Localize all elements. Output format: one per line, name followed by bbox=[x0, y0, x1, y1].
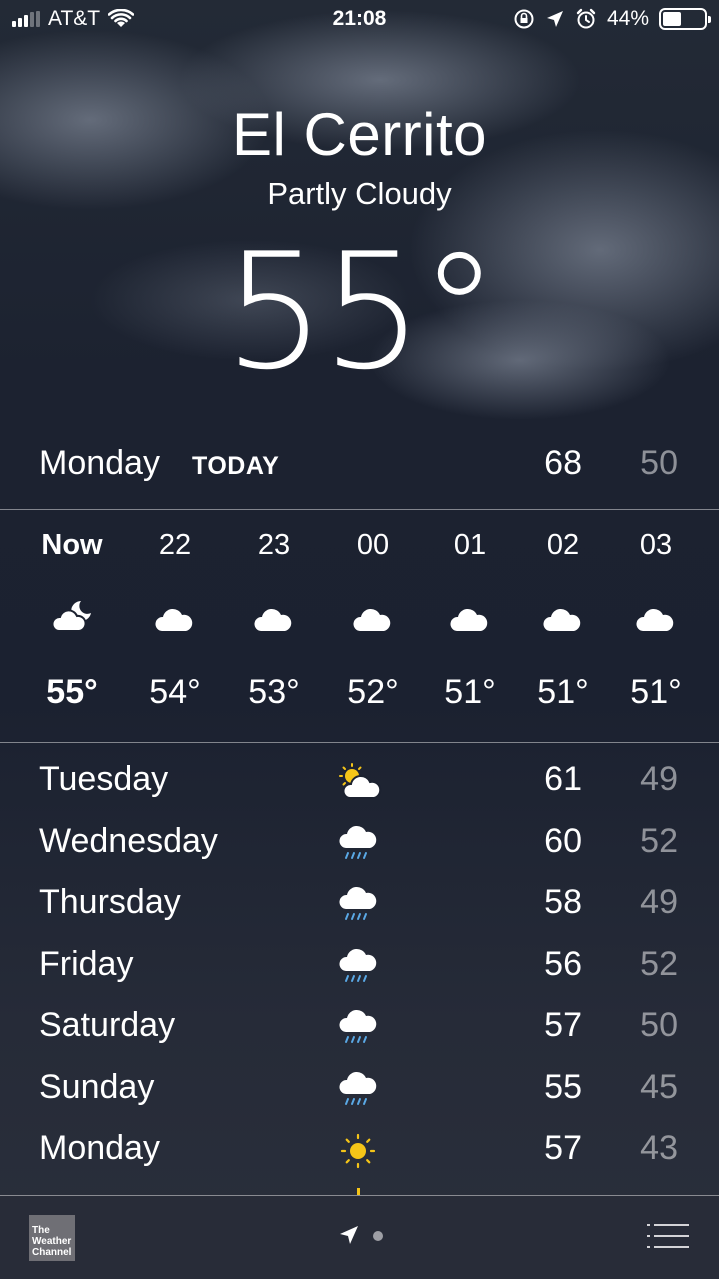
day-high: 58 bbox=[544, 883, 582, 921]
rain-icon bbox=[339, 825, 377, 859]
today-day-label: Monday bbox=[39, 444, 160, 482]
hour-label: 01 bbox=[453, 529, 487, 561]
cloud-icon bbox=[353, 608, 391, 631]
battery-percent: 44% bbox=[606, 7, 649, 30]
rain-icon bbox=[339, 886, 377, 920]
cloud-icon bbox=[636, 608, 674, 631]
day-low: 50 bbox=[640, 1006, 678, 1044]
day-low: 49 bbox=[640, 760, 678, 798]
day-low: 45 bbox=[640, 1068, 678, 1106]
cloud-icon bbox=[450, 608, 488, 631]
hour-temp: 51° bbox=[630, 673, 682, 711]
hour-label: 02 bbox=[546, 529, 580, 561]
day-high: 57 bbox=[544, 1006, 582, 1044]
location-arrow-icon bbox=[546, 11, 563, 27]
hour-temp: 51° bbox=[537, 673, 589, 711]
day-high: 55 bbox=[544, 1068, 582, 1106]
cloud-icon bbox=[543, 608, 581, 631]
hour-temp: 55° bbox=[46, 673, 98, 711]
hour-temp: 52° bbox=[347, 673, 399, 711]
bottom-toolbar: The Weather Channel bbox=[0, 1195, 719, 1279]
forecast-day-row: Friday 56 52 bbox=[0, 935, 719, 997]
day-low: 49 bbox=[640, 883, 678, 921]
rotation-lock-icon bbox=[514, 9, 534, 29]
hour-label: 00 bbox=[356, 529, 390, 561]
alarm-icon bbox=[576, 8, 596, 29]
hour-temp: 53° bbox=[248, 673, 300, 711]
sun-icon bbox=[340, 1133, 376, 1169]
current-condition: Partly Cloudy bbox=[267, 176, 452, 211]
day-high: 56 bbox=[544, 945, 582, 983]
day-name: Friday bbox=[39, 945, 134, 983]
day-high: 61 bbox=[544, 760, 582, 798]
rain-icon bbox=[339, 1009, 377, 1043]
hour-temp: 54° bbox=[149, 673, 201, 711]
current-location-icon[interactable] bbox=[338, 1224, 360, 1246]
forecast-day-row: Sunday 55 45 bbox=[0, 1058, 719, 1120]
city-list-icon[interactable] bbox=[647, 1223, 689, 1249]
day-name: Wednesday bbox=[39, 822, 218, 860]
status-bar: AT&T 21:08 44% bbox=[0, 0, 719, 40]
hour-label: 03 bbox=[639, 529, 673, 561]
forecast-day-row: Wednesday 60 52 bbox=[0, 812, 719, 874]
hour-temp: 51° bbox=[444, 673, 496, 711]
hour-column: 00 52° bbox=[328, 511, 418, 743]
day-name: Saturday bbox=[39, 1006, 176, 1044]
forecast-day-row: Thursday 58 49 bbox=[0, 873, 719, 935]
page-indicator-dot[interactable] bbox=[373, 1231, 383, 1241]
forecast-day-row: Tuesday 61 49 bbox=[0, 750, 719, 812]
current-temperature: 55° bbox=[223, 218, 500, 405]
day-high: 60 bbox=[544, 822, 582, 860]
today-tag: TODAY bbox=[192, 452, 280, 480]
logo-text-line: Channel bbox=[32, 1247, 72, 1258]
day-low: 52 bbox=[640, 822, 678, 860]
day-high: 57 bbox=[544, 1129, 582, 1167]
hour-label: 23 bbox=[257, 529, 291, 561]
rain-icon bbox=[339, 1071, 377, 1105]
hour-column: 02 51° bbox=[518, 511, 608, 743]
day-name: Tuesday bbox=[39, 760, 169, 798]
forecast-day-row: Monday 57 43 bbox=[0, 1119, 719, 1181]
day-name: Monday bbox=[39, 1129, 160, 1167]
next-row-peek bbox=[357, 1188, 360, 1195]
logo-text-line: Weather bbox=[32, 1236, 72, 1247]
logo-text-line: The bbox=[32, 1225, 50, 1236]
hour-column: 03 51° bbox=[611, 511, 701, 743]
day-low: 43 bbox=[640, 1129, 678, 1167]
forecast-day-row: Saturday 57 50 bbox=[0, 996, 719, 1058]
hour-column: 22 54° bbox=[130, 511, 220, 743]
day-low: 52 bbox=[640, 945, 678, 983]
day-name: Thursday bbox=[39, 883, 181, 921]
today-high: 68 bbox=[544, 444, 582, 482]
city-name: El Cerrito bbox=[231, 101, 488, 168]
today-low: 50 bbox=[640, 444, 678, 482]
hour-label: Now bbox=[41, 529, 103, 561]
hour-column: Now 55° bbox=[27, 511, 117, 743]
hour-column: 01 51° bbox=[425, 511, 515, 743]
battery-icon bbox=[659, 8, 711, 30]
rain-icon bbox=[339, 948, 377, 982]
today-summary-row: Monday TODAY 68 50 bbox=[0, 440, 719, 510]
cloud-icon bbox=[254, 608, 292, 631]
weather-screen: AT&T 21:08 44% El Cerrito Partly Cloudy … bbox=[0, 0, 719, 1279]
hour-label: 22 bbox=[158, 529, 192, 561]
hour-column: 23 53° bbox=[229, 511, 319, 743]
weather-channel-logo[interactable]: The Weather Channel bbox=[29, 1215, 75, 1261]
day-name: Sunday bbox=[39, 1068, 155, 1106]
cloud-icon bbox=[155, 608, 193, 631]
partly-sunny-icon bbox=[339, 763, 382, 799]
partly-cloudy-night-icon bbox=[51, 601, 91, 632]
hourly-forecast[interactable]: Now 55° 22 54° 23 53° 00 52° 01 51° 02 5… bbox=[0, 511, 719, 743]
